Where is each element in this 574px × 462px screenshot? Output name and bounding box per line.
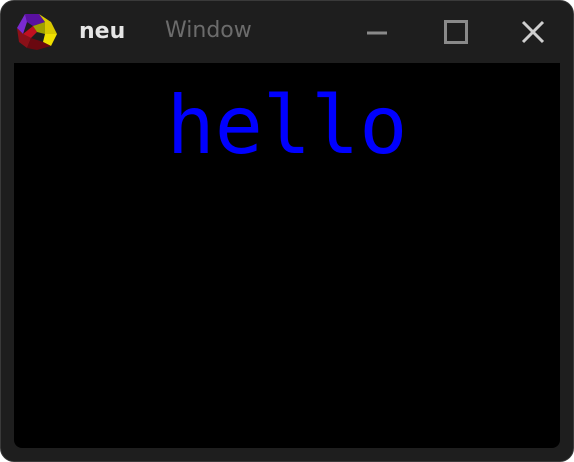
close-icon (521, 20, 545, 44)
maximize-icon (444, 20, 468, 44)
window-title: Window (165, 18, 252, 43)
app-logo-icon (17, 14, 57, 50)
app-name-label: neu (79, 19, 126, 44)
minimize-icon (367, 31, 387, 35)
content-area: hello (14, 63, 560, 448)
title-bar[interactable]: neu Window (1, 1, 573, 63)
close-button[interactable] (515, 14, 551, 50)
maximize-button[interactable] (438, 14, 474, 50)
app-window: neu Window hello (0, 0, 574, 462)
minimize-button[interactable] (359, 14, 395, 50)
hello-text: hello (166, 79, 408, 172)
